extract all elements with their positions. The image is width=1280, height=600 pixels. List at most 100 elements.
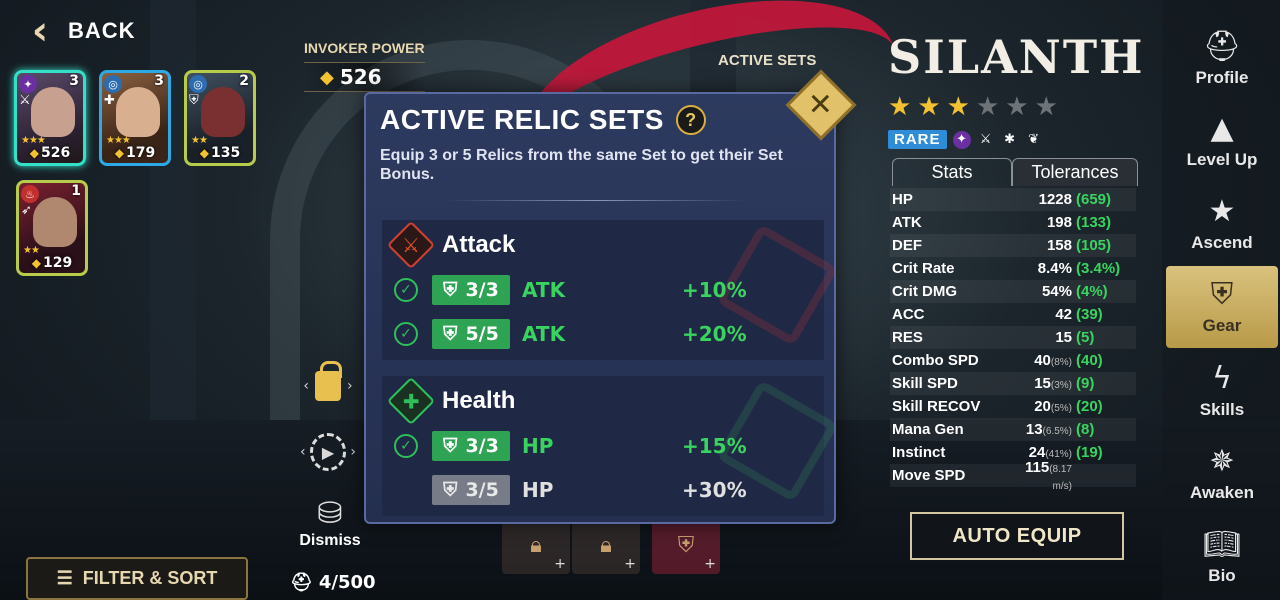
stat-bonus: (105) <box>1076 237 1112 254</box>
stats-table: HP 1228 (659) ATK 198 (133) DEF 158 (105) Crit Ra… <box>890 188 1136 492</box>
bonus-percent: +30% <box>682 478 747 502</box>
stat-bonus: (40) <box>1076 352 1103 369</box>
stat-row: ATK 198 (133) <box>890 211 1136 234</box>
set-requirement: ⛨ 3/3 <box>432 431 510 461</box>
invoker-power-label: INVOKER POWER <box>304 40 425 56</box>
check-icon: ✓ <box>394 434 418 458</box>
star-empty-icon: ★ <box>975 92 1006 122</box>
power-icon: ◆ <box>29 146 39 160</box>
stat-label: RES <box>892 329 923 346</box>
stat-row: Skill SPD 15(3%) (9) <box>890 372 1136 395</box>
chevron-left-icon: ‹ <box>303 378 309 394</box>
stat-row: Skill RECOV 20(5%) (20) <box>890 395 1136 418</box>
level-up-icon: ▲ <box>1210 111 1234 146</box>
stat-value: 115(8.17 m/s) <box>1025 458 1072 492</box>
active-relic-sets-popup: ACTIVE RELIC SETS ? Equip 3 or 5 Relics … <box>364 92 839 524</box>
hero-name: SILANTH <box>888 30 1145 84</box>
dismiss-label: Dismiss <box>299 532 361 549</box>
stat-bonus: (19) <box>1076 444 1103 461</box>
set-header: ⚔ Attack <box>386 220 516 270</box>
chevron-left-icon: ‹ <box>300 444 306 460</box>
nav-item-ascend[interactable]: ★ Ascend <box>1166 183 1278 265</box>
lock-toggle[interactable]: ‹ › <box>300 361 356 408</box>
set-bonus-row: ✓ ⛨ 5/5 ATK +20% <box>394 318 794 350</box>
popup-title: ACTIVE RELIC SETS ? <box>380 104 706 136</box>
nav-item-skills[interactable]: ϟ Skills <box>1166 350 1278 432</box>
stat-value: 8.4% <box>1037 260 1072 277</box>
filter-sort-label: FILTER & SORT <box>82 568 218 588</box>
nav-item-level-up[interactable]: ▲ Level Up <box>1166 100 1278 182</box>
star-empty-icon: ★ <box>1034 92 1064 122</box>
set-icon: ⚔ <box>386 220 436 270</box>
rarity-badge: RARE <box>888 130 947 149</box>
stat-row: Move SPD 115(8.17 m/s) <box>890 459 1136 492</box>
coins-stack-icon: ⛁ <box>317 496 343 531</box>
dismiss-button[interactable]: ⛁ Dismiss <box>292 496 368 550</box>
help-icon[interactable]: ? <box>675 105 706 135</box>
chevron-right-icon: › <box>350 444 356 460</box>
stat-label: Move SPD <box>892 467 966 484</box>
nav-label: Level Up <box>1186 150 1258 169</box>
class-icon: ✦ <box>19 75 37 93</box>
hero-card-1[interactable]: ✦ ⚔ 3 ★★★ ◆ 526 <box>14 70 86 166</box>
set-name: Attack <box>442 231 516 258</box>
set-requirement: ⛨ 3/3 <box>432 275 510 305</box>
stat-label: Crit DMG <box>892 283 957 300</box>
awaken-icon: ✵ <box>1209 444 1235 479</box>
relic-slot[interactable]: 🔒︎ + <box>572 516 640 574</box>
nav-item-awaken[interactable]: ✵ Awaken <box>1166 433 1278 515</box>
relic-icon: ⛨ <box>443 479 458 501</box>
hero-card-level: 2 <box>239 73 249 89</box>
hero-card-2[interactable]: ◎ ✚ 3 ★★★ ◆ 179 <box>99 70 171 166</box>
hero-card-3[interactable]: ◎ ⛨ 2 ★★ ◆ 135 <box>184 70 256 166</box>
stat-row: Crit DMG 54% (4%) <box>890 280 1136 303</box>
relic-slot[interactable]: 🔒︎ + <box>502 516 570 574</box>
auto-equip-button[interactable]: AUTO EQUIP <box>910 512 1124 560</box>
sword-icon: ⚔ <box>979 132 992 147</box>
power-icon: ◆ <box>114 146 124 160</box>
back-label: BACK <box>68 18 136 43</box>
stat-row: Combo SPD 40(8%) (40) <box>890 349 1136 372</box>
nav-item-gear[interactable]: ⛨ Gear <box>1166 266 1278 348</box>
nav-item-profile[interactable]: ⛑ Profile <box>1166 18 1278 100</box>
active-sets-background-label: ACTIVE SETS <box>718 52 817 69</box>
relic-icon: ⛨ <box>443 323 458 345</box>
set-bonus-row: ✓ ⛨ 3/3 HP +15% <box>394 430 794 462</box>
relic-icon: ⛨ <box>443 435 458 457</box>
stat-bonus: (20) <box>1076 398 1103 415</box>
power-icon: ◆ <box>199 146 209 160</box>
stat-value: 1228 <box>1038 191 1072 208</box>
helmet-icon: ⛑ <box>1202 29 1242 64</box>
back-button[interactable]: ‹ BACK <box>22 8 136 54</box>
back-chevron-icon: ‹ <box>31 8 49 54</box>
check-icon: ✓ <box>394 278 418 302</box>
hero-portrait <box>201 87 245 137</box>
stat-bonus: (133) <box>1076 214 1112 231</box>
auto-play-toggle[interactable]: ‹ ▶ › <box>300 430 356 474</box>
lock-icon: 🔒︎ <box>530 532 542 558</box>
stat-value: 158 <box>1046 237 1072 254</box>
stat-label: Skill SPD <box>892 375 958 392</box>
relic-set-health: ✚ Health ✓ ⛨ 3/3 HP +15% ⛨ 3/5 HP +30% <box>382 376 839 516</box>
star-filled-icon: ★ <box>917 92 947 122</box>
snowflake-icon: ✱ <box>1004 132 1015 147</box>
nav-item-bio[interactable]: 📖︎ Bio <box>1166 516 1278 598</box>
filter-sort-button[interactable]: ☰ FILTER & SORT <box>26 557 248 600</box>
tab-tolerances[interactable]: Tolerances <box>1012 158 1138 186</box>
relic-slot[interactable]: ⛨ + <box>652 516 720 574</box>
tab-stats[interactable]: Stats <box>892 158 1012 186</box>
invoker-power-value: 526 <box>339 65 382 89</box>
stat-label: ACC <box>892 306 925 323</box>
star-icon: ★ <box>1208 194 1236 229</box>
stat-value: 15 <box>1055 329 1072 346</box>
bow-icon: ➶ <box>21 203 32 218</box>
close-icon: ✕ <box>808 87 834 123</box>
hero-card-4[interactable]: ♨ ➶ 1 ★★ ◆ 129 <box>16 180 88 276</box>
relic-icon: ⛨ <box>677 532 695 558</box>
stat-value: 15(3%) <box>1034 375 1072 392</box>
class-icon: ◎ <box>189 75 207 93</box>
hero-card-level: 3 <box>69 73 79 89</box>
stat-row: ACC 42 (39) <box>890 303 1136 326</box>
bonus-percent: +20% <box>682 322 747 346</box>
roster-capacity-value: 4/500 <box>318 572 376 593</box>
